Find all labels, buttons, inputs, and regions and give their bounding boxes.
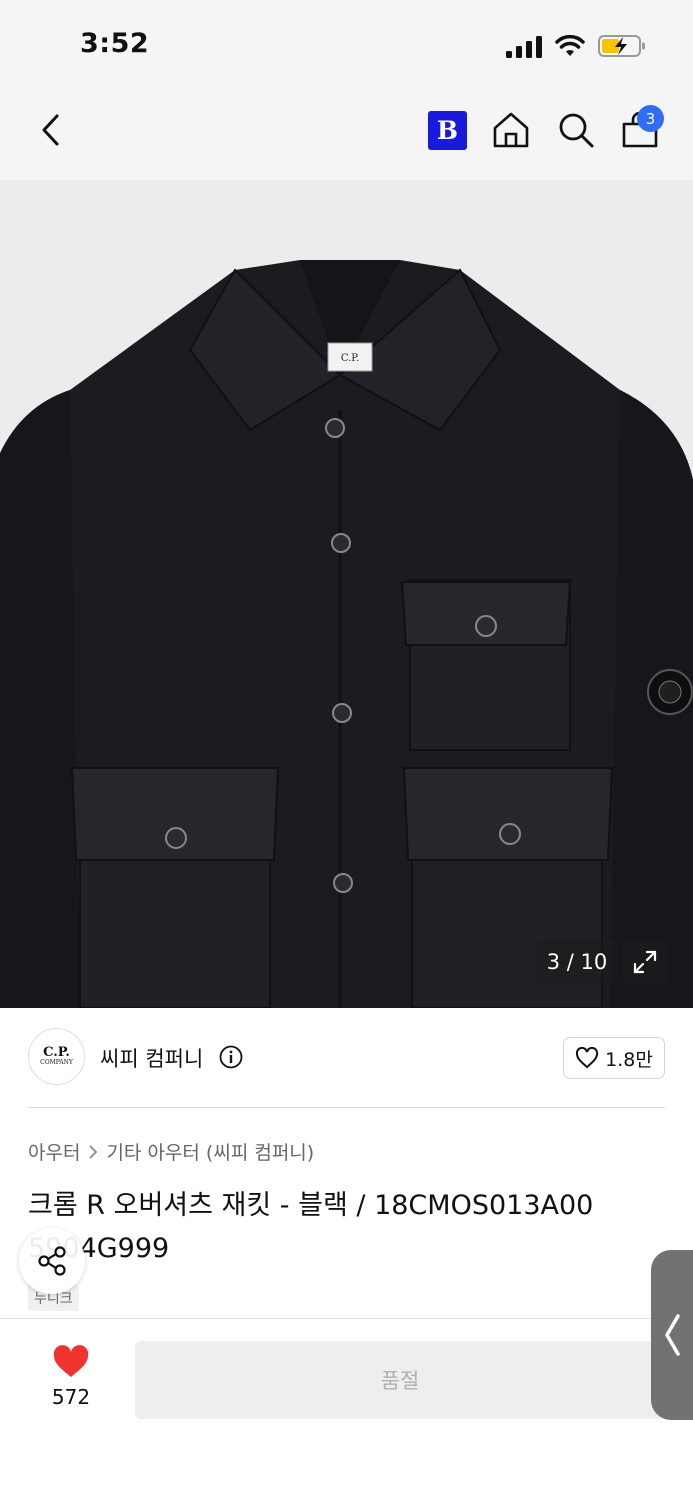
back-button[interactable] [30, 110, 70, 150]
heart-filled-icon[interactable] [52, 1345, 90, 1379]
side-drawer-tab[interactable] [651, 1250, 693, 1420]
product-title: 크롬 R 오버셔츠 재킷 - 블랙 / 18CMOS013A00 5904G99… [28, 1190, 594, 1264]
product-image-carousel[interactable]: C.P. 3 / 10 [0, 180, 693, 1008]
brand-logo[interactable]: C.P. COMPANY [28, 1028, 85, 1085]
search-icon[interactable] [556, 110, 596, 150]
product-photo: C.P. [0, 180, 693, 1008]
chevron-left-icon [42, 114, 59, 146]
expand-icon [633, 950, 657, 974]
cellular-signal-icon [506, 36, 542, 58]
share-button[interactable] [19, 1228, 85, 1294]
home-icon[interactable] [491, 110, 531, 150]
expand-image-button[interactable] [623, 940, 667, 984]
wish-count: 572 [51, 1385, 91, 1409]
chevron-right-icon [89, 1144, 98, 1159]
brand-like-count: 1.8만 [605, 1048, 653, 1071]
svg-text:C.P.: C.P. [341, 353, 359, 364]
info-icon[interactable] [219, 1045, 243, 1069]
chevron-left-icon [665, 1314, 680, 1356]
cart-count-badge: 3 [637, 105, 664, 132]
status-bar: 3:52 [0, 0, 693, 90]
brand-like-button[interactable]: 1.8만 [563, 1037, 665, 1079]
breadcrumb-category[interactable]: 기타 아우터 (씨피 컴퍼니) [106, 1138, 314, 1165]
brand-shortcut-button[interactable]: B [428, 111, 467, 150]
brand-name[interactable]: 씨피 컴퍼니 [100, 1043, 203, 1073]
heart-outline-icon [576, 1047, 599, 1069]
battery-charging-icon [598, 35, 645, 57]
share-icon [38, 1246, 66, 1276]
brand-logo-subtext: COMPANY [40, 1059, 73, 1067]
section-divider [28, 1107, 665, 1108]
breadcrumb-outer[interactable]: 아우터 [28, 1138, 80, 1165]
top-nav-bar: B 3 [0, 90, 693, 180]
breadcrumb: 아우터 기타 아우터 (씨피 컴퍼니) [28, 1138, 314, 1165]
wifi-icon [555, 34, 585, 56]
status-time: 3:52 [80, 28, 150, 59]
image-counter: 3 / 10 [537, 940, 617, 984]
bottom-action-bar: 572 품절 [0, 1318, 693, 1500]
brand-logo-mark: C.P. [43, 1045, 70, 1061]
soldout-button[interactable]: 품절 [135, 1341, 665, 1419]
brand-row: C.P. COMPANY 씨피 컴퍼니 1.8만 [0, 1008, 693, 1108]
